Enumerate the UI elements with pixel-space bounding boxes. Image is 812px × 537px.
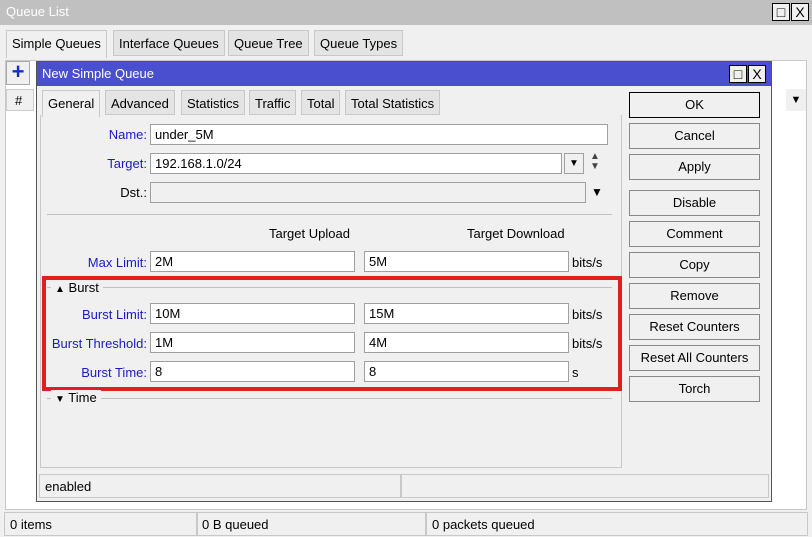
maximize-button[interactable]: □	[772, 3, 790, 21]
status-queued: 0 B queued	[196, 512, 426, 536]
tab-advanced[interactable]: Advanced	[105, 90, 175, 115]
dst-input[interactable]	[150, 182, 586, 203]
target-dropdown-icon[interactable]: ▼	[564, 153, 584, 174]
tab-total-statistics[interactable]: Total Statistics	[345, 90, 441, 115]
apply-button[interactable]: Apply	[629, 154, 760, 180]
plus-icon: +	[11, 59, 25, 84]
tab-interface-queues[interactable]: Interface Queues	[113, 30, 225, 56]
column-header-hash[interactable]: #	[6, 89, 34, 111]
max-limit-upload-input[interactable]: 2M	[150, 251, 355, 272]
cancel-button[interactable]: Cancel	[629, 123, 760, 149]
status-packets: 0 packets queued	[426, 512, 808, 536]
name-input[interactable]: under_5M	[150, 124, 608, 145]
target-input[interactable]: 192.168.1.0/24	[150, 153, 562, 174]
expand-triangle-icon: ▼	[55, 394, 65, 405]
target-upload-header: Target Upload	[269, 226, 350, 241]
target-download-header: Target Download	[467, 226, 565, 241]
tab-statistics[interactable]: Statistics	[181, 90, 246, 115]
columns-dropdown-icon[interactable]: ▼	[786, 89, 806, 111]
status-field-2	[401, 474, 769, 498]
disable-button[interactable]: Disable	[629, 190, 760, 216]
dialog-titlebar: New Simple Queue	[37, 62, 771, 86]
time-section-title: Time	[68, 390, 97, 405]
max-limit-unit: bits/s	[572, 255, 603, 270]
tab-general[interactable]: General	[42, 90, 101, 117]
remove-button[interactable]: Remove	[629, 283, 760, 309]
target-label: Target:	[107, 156, 147, 171]
window-titlebar: Queue List	[0, 0, 812, 25]
max-limit-label: Max Limit:	[87, 255, 147, 270]
divider	[47, 214, 612, 215]
tab-queue-types[interactable]: Queue Types	[314, 30, 404, 56]
tab-queue-tree[interactable]: Queue Tree	[228, 30, 309, 56]
window-title: Queue List	[6, 4, 69, 19]
tab-traffic[interactable]: Traffic	[249, 90, 297, 115]
tab-total[interactable]: Total	[301, 90, 341, 115]
time-section-line	[47, 398, 612, 399]
status-items: 0 items	[4, 512, 198, 536]
dialog-maximize-button[interactable]: □	[729, 65, 747, 83]
add-button[interactable]: +	[6, 61, 30, 85]
dst-label: Dst.:	[120, 185, 147, 200]
comment-button[interactable]: Comment	[629, 221, 760, 247]
reset-counters-button[interactable]: Reset Counters	[629, 314, 760, 340]
dialog-title: New Simple Queue	[42, 66, 154, 81]
name-label: Name:	[108, 127, 147, 142]
time-section-toggle[interactable]: ▼ Time	[51, 390, 101, 405]
target-updown-icon[interactable]: ▲ ▼	[590, 152, 600, 172]
ok-button[interactable]: OK	[629, 92, 760, 118]
close-button[interactable]: X	[791, 3, 809, 21]
dialog-close-button[interactable]: X	[748, 65, 766, 83]
status-field: enabled	[39, 474, 401, 498]
max-limit-download-input[interactable]: 5M	[364, 251, 569, 272]
copy-button[interactable]: Copy	[629, 252, 760, 278]
dst-dropdown-icon[interactable]: ▼	[591, 185, 603, 199]
torch-button[interactable]: Torch	[629, 376, 760, 402]
tab-simple-queues[interactable]: Simple Queues	[6, 30, 107, 58]
highlight-box	[42, 276, 622, 391]
new-simple-queue-dialog: New Simple Queue □ X General Advanced St…	[36, 61, 772, 502]
reset-all-counters-button[interactable]: Reset All Counters	[629, 345, 760, 371]
